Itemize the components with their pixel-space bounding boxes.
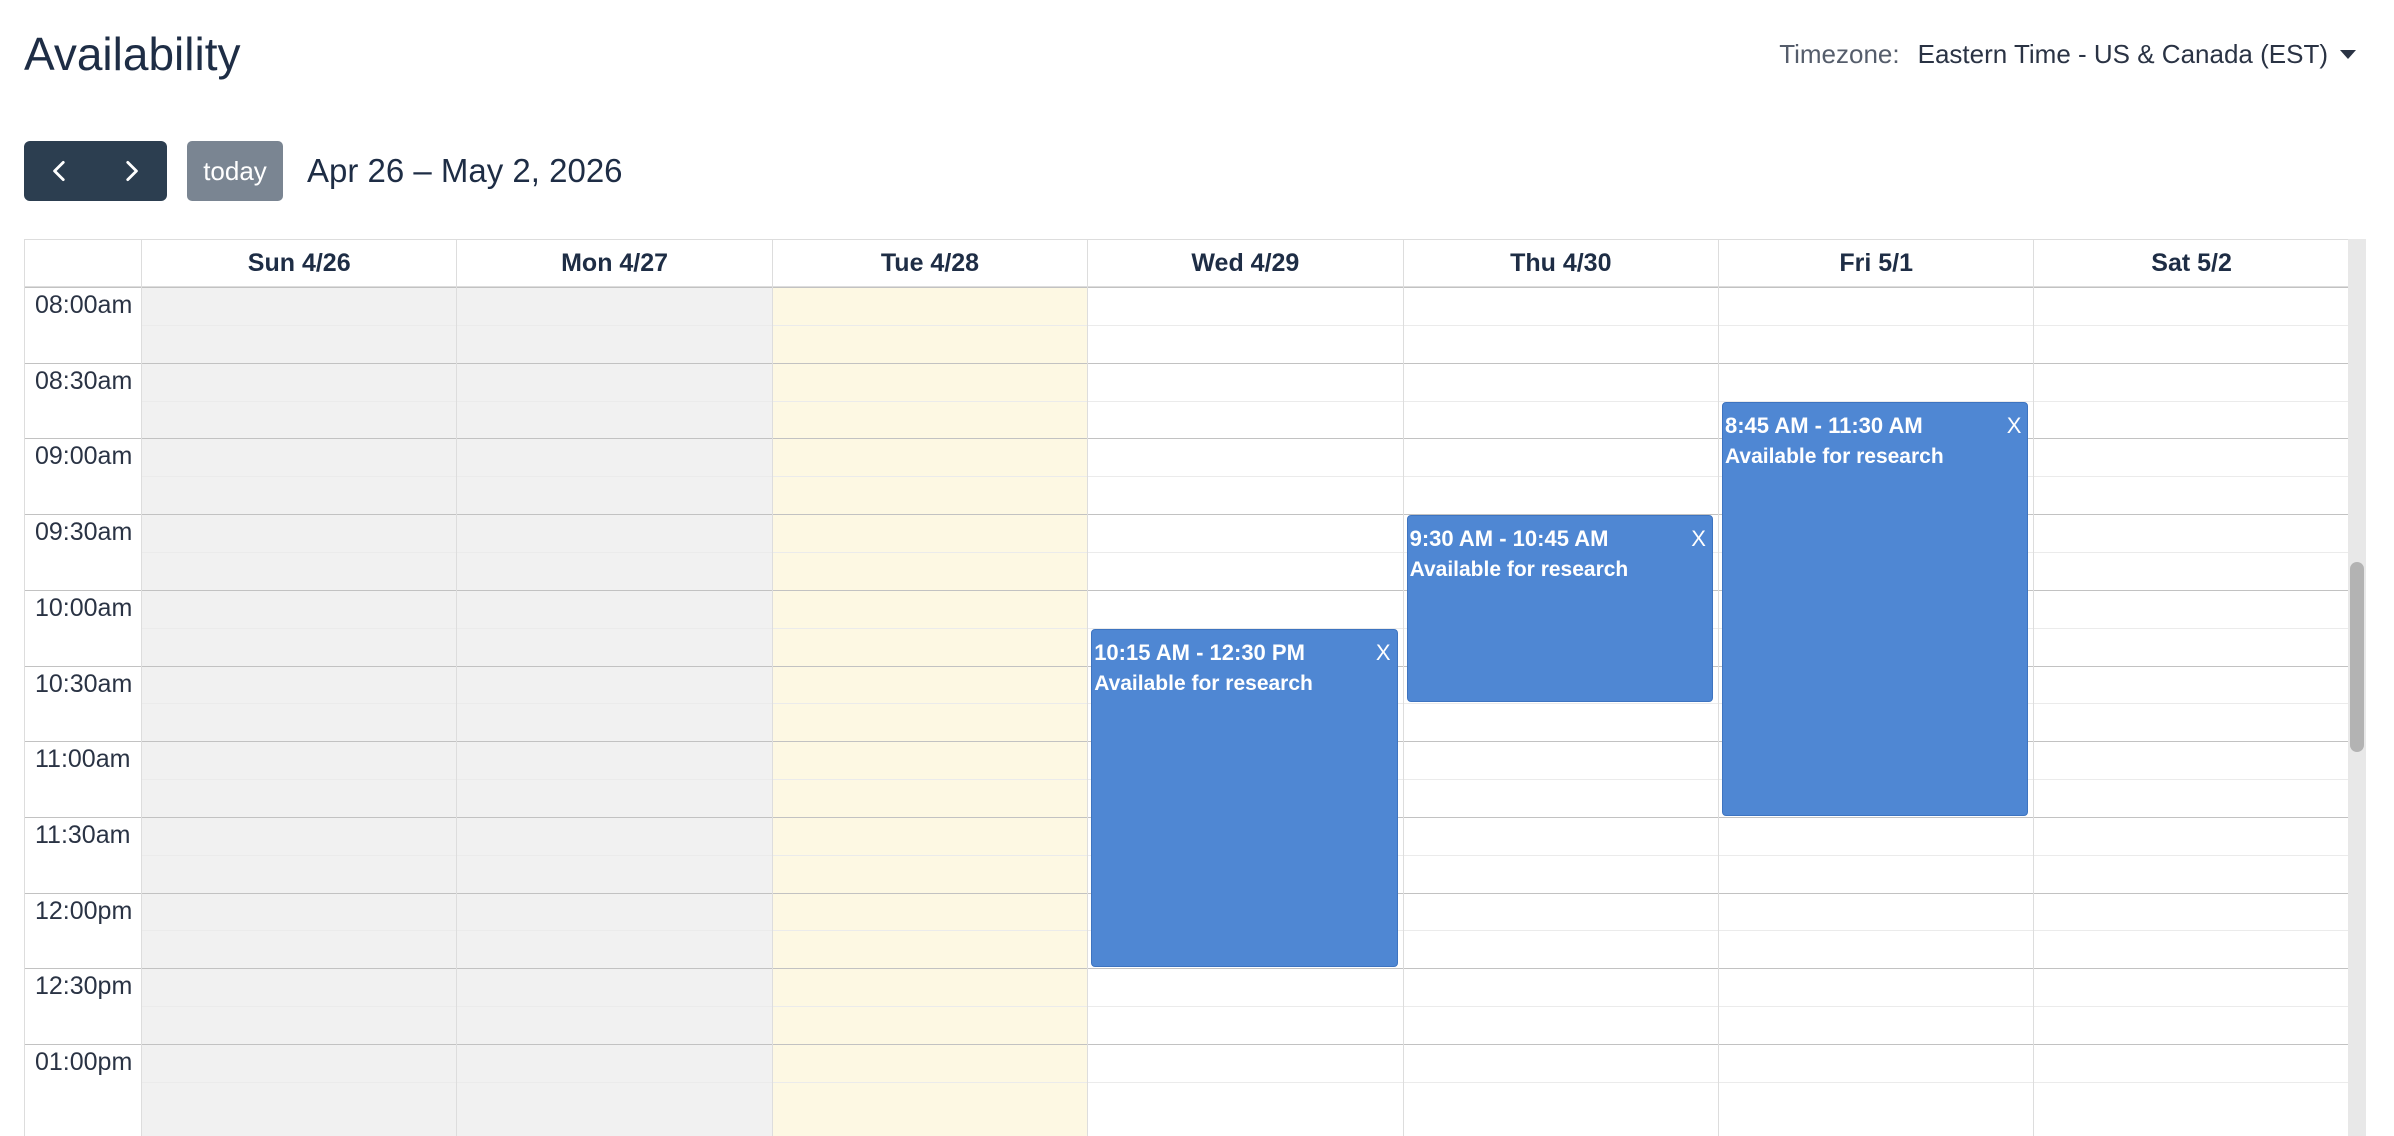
time-slot-label: 09:00am [35, 442, 133, 471]
slot-subline [141, 324, 2349, 326]
slot-line [25, 362, 2349, 364]
remove-event-button[interactable]: X [1691, 524, 1706, 554]
week-calendar: Sun 4/26 Mon 4/27 Tue 4/28 Wed 4/29 Thu 4/30… [24, 239, 2349, 1136]
time-slot-label: 08:30am [35, 366, 133, 395]
day-header: Tue 4/28 [771, 240, 1087, 286]
timezone-value: Eastern Time - US & Canada (EST) [1917, 38, 2328, 69]
day-header: Mon 4/27 [456, 240, 771, 286]
day-header: Thu 4/30 [1402, 240, 1718, 286]
today-button[interactable]: today [187, 141, 283, 201]
event-title: Available for research [1409, 558, 1629, 582]
remove-event-button[interactable]: X [2007, 411, 2022, 441]
column-line [141, 287, 142, 1136]
event-title: Available for research [1725, 444, 1944, 468]
time-slot-label: 01:00pm [35, 1048, 133, 1076]
availability-page: Availability Timezone: Eastern Time - US… [0, 0, 2394, 1136]
time-axis-header [25, 240, 141, 286]
time-slot-label: 09:30am [35, 518, 133, 547]
column-line [1087, 287, 1089, 1136]
chevron-left-icon [52, 160, 65, 182]
prev-week-button[interactable] [24, 141, 96, 201]
availability-event[interactable]: 9:30 AM - 10:45 AM Available for research… [1406, 515, 1713, 703]
calendar-grid: 08:00am 08:30am 09:00am 09:30am 10:00am 10:30… [25, 287, 2349, 1136]
slot-line [25, 1044, 2349, 1045]
time-slot-label: 11:00am [35, 745, 131, 774]
event-time: 9:30 AM - 10:45 AM [1409, 526, 1609, 552]
availability-event[interactable]: 8:45 AM - 11:30 AM Available for research… [1722, 401, 2029, 816]
calendar-scrollbar[interactable] [2348, 239, 2366, 1136]
scrollbar-thumb[interactable] [2350, 562, 2364, 752]
slot-line [25, 287, 2349, 288]
day-header: Sat 5/2 [2033, 240, 2348, 286]
today-column-highlight [771, 287, 1088, 1136]
time-slot-label: 08:00am [35, 291, 133, 319]
slot-subline [141, 1006, 2349, 1008]
timezone-label: Timezone: [1779, 38, 1900, 69]
chevron-right-icon [126, 160, 139, 182]
week-nav-group [24, 141, 167, 201]
past-day-shading [456, 287, 772, 1136]
time-slot-label: 12:30pm [35, 972, 133, 1001]
timezone-picker: Timezone: Eastern Time - US & Canada (ES… [1779, 34, 2356, 74]
time-slot-label: 11:30am [35, 820, 131, 849]
column-line [2033, 287, 2035, 1136]
availability-event[interactable]: 10:15 AM - 12:30 PM Available for researc… [1091, 628, 1398, 968]
event-time: 8:45 AM - 11:30 AM [1725, 412, 1923, 438]
column-line [456, 287, 458, 1136]
day-header: Wed 4/29 [1087, 240, 1402, 286]
day-header: Sun 4/26 [141, 240, 456, 286]
event-time: 10:15 AM - 12:30 PM [1094, 639, 1305, 665]
timezone-select[interactable]: Eastern Time - US & Canada (EST) [1918, 39, 2356, 70]
past-day-shading [141, 287, 457, 1136]
time-slot-label: 10:30am [35, 669, 133, 698]
caret-down-icon [2340, 49, 2356, 59]
remove-event-button[interactable]: X [1376, 638, 1391, 668]
next-week-button[interactable] [96, 141, 168, 201]
time-slot-label: 12:00pm [35, 896, 133, 925]
page-title: Availability [24, 28, 241, 80]
date-range-title: Apr 26 – May 2, 2026 [307, 152, 623, 189]
time-slot-label: 10:00am [35, 593, 133, 622]
slot-subline [141, 1081, 2349, 1083]
column-line [771, 287, 773, 1136]
column-line [1718, 287, 1719, 1136]
day-header-row: Sun 4/26 Mon 4/27 Tue 4/28 Wed 4/29 Thu 4/30… [25, 240, 2349, 287]
slot-line [25, 968, 2349, 970]
column-line [1402, 287, 1404, 1136]
day-header: Fri 5/1 [1718, 240, 2033, 286]
event-title: Available for research [1094, 671, 1313, 695]
